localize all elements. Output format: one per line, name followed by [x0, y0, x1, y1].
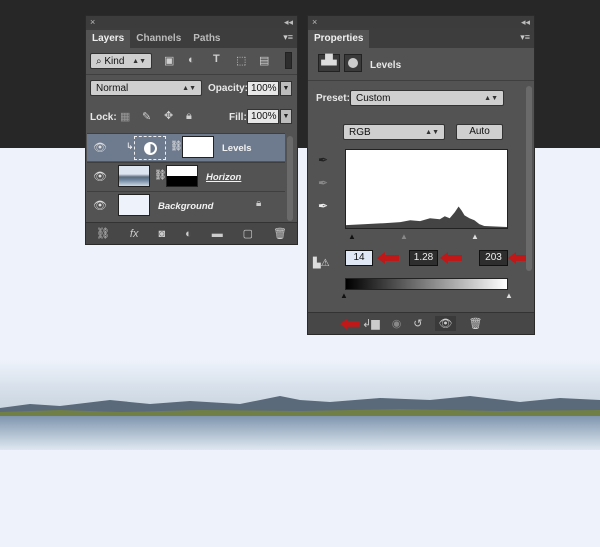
white-point-slider[interactable]: ▲	[471, 232, 479, 241]
panel-menu-icon[interactable]: ▾≡	[283, 32, 293, 43]
mask-icon[interactable]	[344, 54, 362, 72]
tab-paths[interactable]: Paths	[187, 30, 226, 48]
preset-select[interactable]: Custom ▲▼	[350, 90, 504, 106]
tab-properties[interactable]: Properties	[308, 30, 370, 48]
collapse-icon[interactable]: ◂◂	[521, 17, 530, 28]
opacity-dropdown-arrow[interactable]: ▼	[280, 81, 292, 96]
annotation-arrow-2	[440, 252, 462, 264]
fill-field[interactable]: 100%	[247, 109, 279, 124]
black-eyedropper-icon[interactable]: ✒︎	[318, 153, 328, 167]
chain-link-icon[interactable]: ⛓︎	[170, 141, 183, 152]
panel-menu-icon[interactable]: ▾≡	[520, 32, 530, 43]
lock-all-icon[interactable]: 🔒︎	[186, 110, 192, 123]
black-point-slider[interactable]: ▲	[348, 232, 356, 241]
visibility-eye-icon[interactable]: 👁︎	[434, 316, 457, 331]
adjustment-layer-icon	[143, 141, 157, 155]
levels-mask-thumbnail[interactable]	[182, 136, 214, 158]
trash-icon[interactable]: 🗑︎	[468, 317, 482, 330]
filter-pixel-icon[interactable]: ▣	[164, 54, 174, 67]
annotation-arrow-1	[377, 252, 399, 264]
blend-mode-select[interactable]: Normal ▲▼	[90, 80, 202, 96]
layers-bottom-toolbar: ⛓︎ fx ◙ ◐ ▬ ▢ 🗑︎	[86, 222, 297, 244]
fill-dropdown-arrow[interactable]: ▼	[280, 109, 292, 124]
new-adjustment-icon[interactable]: ◐	[185, 228, 192, 240]
input-black-field[interactable]: 14	[345, 250, 373, 266]
layer-name-background: Background	[158, 201, 214, 212]
blend-mode-value: Normal	[96, 82, 129, 94]
clip-arrow-icon: ↳	[126, 141, 134, 151]
channel-select[interactable]: RGB ▲▼	[343, 124, 445, 140]
horizon-thumbnail[interactable]	[118, 165, 150, 187]
filter-smart-object-icon[interactable]: ▤	[259, 54, 269, 67]
white-eyedropper-icon[interactable]: ✒︎	[318, 199, 328, 213]
layer-name-horizon: Horizon	[206, 172, 242, 183]
add-mask-icon[interactable]: ◙	[158, 228, 165, 240]
levels-histogram-icon[interactable]: ▟▙	[318, 54, 340, 72]
input-white-field[interactable]: 203	[479, 250, 508, 266]
levels-histogram	[345, 149, 508, 229]
background-thumbnail[interactable]	[118, 194, 150, 216]
filter-kind-select[interactable]: ⌕ Kind ▲▼	[90, 53, 152, 69]
gamma-slider[interactable]: ▲	[400, 232, 408, 241]
properties-tab-bar: Properties ▾≡	[308, 28, 534, 48]
layers-panel: × ◂◂ Layers Channels Paths ▾≡ ⌕ Kind ▲▼ ▣…	[85, 15, 298, 245]
layers-tab-bar: Layers Channels Paths ▾≡	[86, 28, 297, 48]
new-layer-icon[interactable]: ▢	[243, 227, 253, 240]
reset-icon[interactable]: ↺	[413, 317, 422, 330]
auto-button[interactable]: Auto	[456, 124, 503, 140]
opacity-field[interactable]: 100%	[247, 81, 279, 96]
lock-image-icon[interactable]: ✎	[142, 110, 151, 123]
link-layers-icon[interactable]: ⛓︎	[96, 227, 110, 240]
collapse-icon[interactable]: ◂◂	[284, 17, 293, 28]
preset-value: Custom	[356, 92, 391, 104]
filter-type-icon[interactable]: T	[213, 53, 220, 65]
tab-channels[interactable]: Channels	[130, 30, 187, 48]
fill-label: Fill:	[229, 112, 247, 123]
filter-toggle[interactable]	[285, 52, 292, 69]
clipping-warning-icon[interactable]: ▙⚠	[313, 258, 330, 269]
channel-value: RGB	[349, 126, 371, 138]
preset-label: Preset:	[316, 93, 350, 104]
layer-name-levels: Levels	[222, 143, 252, 154]
output-white-slider[interactable]: ▲	[505, 291, 513, 300]
output-black-slider[interactable]: ▲	[340, 291, 348, 300]
properties-scrollbar[interactable]	[526, 86, 532, 271]
panel-header-strip: × ◂◂	[308, 16, 534, 28]
new-group-icon[interactable]: ▬	[212, 228, 223, 240]
eye-icon[interactable]: 👁︎	[87, 141, 113, 154]
output-levels-gradient	[345, 278, 508, 290]
trash-icon[interactable]: 🗑︎	[273, 227, 287, 240]
properties-bottom-toolbar: ↲▆ ◉ ↺ 👁︎ 🗑︎	[308, 312, 534, 334]
chain-link-icon[interactable]: ⛓︎	[154, 170, 167, 181]
properties-panel: × ◂◂ Properties ▾≡ ▟▙ Levels Preset: Cus…	[307, 15, 535, 335]
opacity-label: Opacity:	[208, 83, 249, 94]
filter-shape-icon[interactable]: ⬚	[236, 54, 246, 67]
filter-kind-value: Kind	[104, 55, 125, 67]
filter-adjustment-icon[interactable]: ◐	[188, 54, 195, 66]
panel-header-strip: × ◂◂	[86, 16, 297, 28]
eye-icon[interactable]: 👁︎	[87, 199, 113, 212]
input-gamma-field[interactable]: 1.28	[409, 250, 438, 266]
horizon-mask-thumbnail[interactable]	[166, 165, 198, 187]
annotation-arrow-4	[340, 318, 360, 329]
levels-adjustment-thumbnail[interactable]	[134, 136, 166, 160]
view-previous-state-icon[interactable]: ◉	[392, 317, 402, 330]
lock-position-icon[interactable]: ✥	[164, 109, 173, 122]
eye-icon[interactable]: 👁︎	[87, 170, 113, 183]
layer-lock-icon: 🔒︎	[256, 198, 262, 209]
lock-transparent-icon[interactable]: ▦	[120, 110, 130, 123]
close-icon[interactable]: ×	[312, 17, 317, 27]
lock-label: Lock:	[90, 112, 117, 123]
clip-to-layer-icon[interactable]: ↲▆	[362, 317, 380, 330]
close-icon[interactable]: ×	[90, 17, 95, 27]
gray-eyedropper-icon[interactable]: ✒︎	[318, 176, 328, 190]
tab-layers[interactable]: Layers	[86, 30, 131, 48]
layers-scrollbar[interactable]	[287, 136, 293, 221]
properties-title: Levels	[370, 60, 402, 71]
horizon-photo-strip	[0, 360, 600, 450]
fx-icon[interactable]: fx	[130, 228, 139, 240]
